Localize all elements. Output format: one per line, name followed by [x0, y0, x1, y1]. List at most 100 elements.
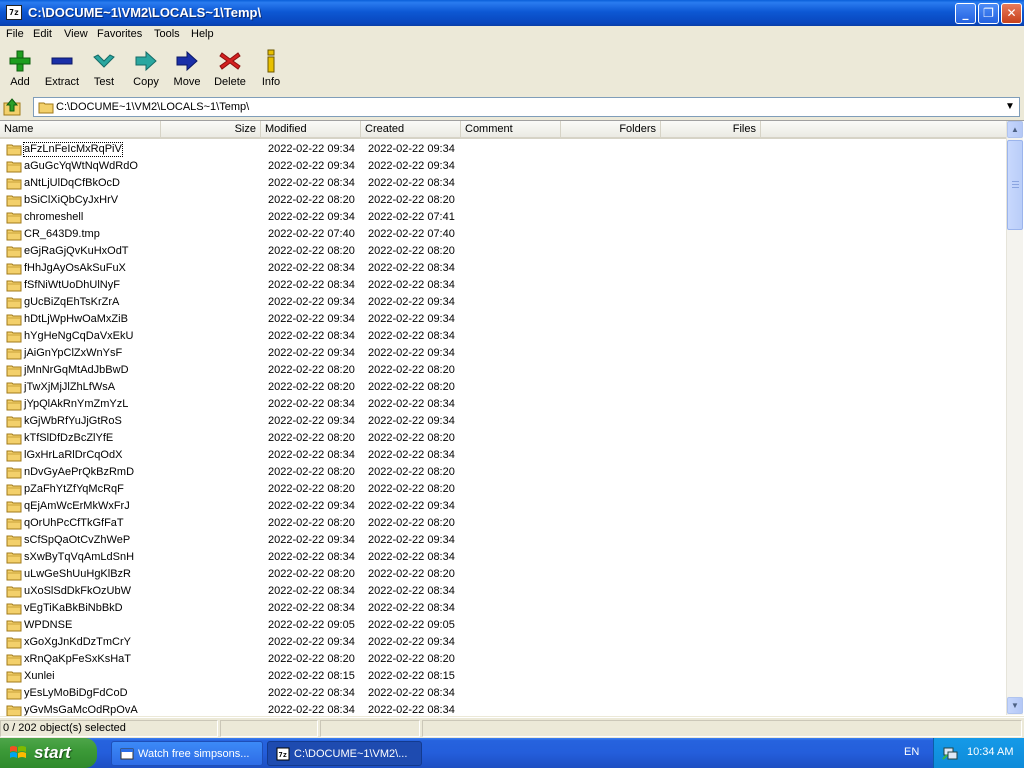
folder-up-icon[interactable] — [3, 97, 23, 117]
table-row[interactable]: aGuGcYqWtNqWdRdO 2022-02-22 09:34 2022-02-… — [0, 158, 1006, 175]
table-row[interactable]: nDvGyAePrQkBzRmD 2022-02-22 08:20 2022-02-… — [0, 464, 1006, 481]
taskbar-item-7zip[interactable]: 7z C:\DOCUME~1\VM2\... — [267, 741, 422, 766]
extract-button[interactable]: Extract — [39, 49, 85, 88]
info-button[interactable]: Info — [248, 49, 294, 88]
table-row[interactable]: WPDNSE 2022-02-22 09:05 2022-02-22 09:05 — [0, 617, 1006, 634]
file-modified: 2022-02-22 08:34 — [268, 279, 355, 291]
column-comment[interactable]: Comment — [461, 121, 561, 138]
folder-icon — [6, 195, 22, 207]
file-name: Xunlei — [24, 670, 55, 682]
table-row[interactable]: xRnQaKpFeSxKsHaT 2022-02-22 08:20 2022-02-… — [0, 651, 1006, 668]
folder-icon — [6, 450, 22, 462]
table-row[interactable]: jTwXjMjJlZhLfWsA 2022-02-22 08:20 2022-02-… — [0, 379, 1006, 396]
column-modified[interactable]: Modified — [261, 121, 361, 138]
minimize-button[interactable]: _ — [955, 3, 976, 24]
table-row[interactable]: hYgHeNgCqDaVxEkU 2022-02-22 08:34 2022-02-… — [0, 328, 1006, 345]
table-row[interactable]: kTfSlDfDzBcZlYfE 2022-02-22 08:20 2022-02-… — [0, 430, 1006, 447]
move-arrow-icon — [176, 50, 198, 72]
table-row[interactable]: qEjAmWcErMkWxFrJ 2022-02-22 09:34 2022-02-… — [0, 498, 1006, 515]
move-button[interactable]: Move — [164, 49, 210, 88]
column-created[interactable]: Created — [361, 121, 461, 138]
column-size[interactable]: Size — [161, 121, 261, 138]
file-created: 2022-02-22 09:34 — [368, 415, 455, 427]
file-name: pZaFhYtZfYqMcRqF — [24, 483, 124, 495]
menu-edit[interactable]: Edit — [33, 28, 52, 40]
folder-icon — [6, 399, 22, 411]
restore-icon: ❐ — [983, 6, 994, 20]
file-modified: 2022-02-22 09:34 — [268, 347, 355, 359]
table-row[interactable]: jAiGnYpClZxWnYsF 2022-02-22 09:34 2022-02-… — [0, 345, 1006, 362]
table-row[interactable]: pZaFhYtZfYqMcRqF 2022-02-22 08:20 2022-02-… — [0, 481, 1006, 498]
menu-tools[interactable]: Tools — [154, 28, 180, 40]
column-files[interactable]: Files — [661, 121, 761, 138]
table-row[interactable]: CR_643D9.tmp 2022-02-22 07:40 2022-02-22 0… — [0, 226, 1006, 243]
scroll-down-button[interactable]: ▼ — [1007, 697, 1023, 714]
table-row[interactable]: vEgTiKaBkBiNbBkD 2022-02-22 08:34 2022-02-… — [0, 600, 1006, 617]
file-created: 2022-02-22 07:40 — [368, 228, 455, 240]
table-row[interactable]: yGvMsGaMcOdRpOvA 2022-02-22 08:34 2022-02-… — [0, 702, 1006, 716]
table-row[interactable]: lGxHrLaRlDrCqOdX 2022-02-22 08:34 2022-02-… — [0, 447, 1006, 464]
file-created: 2022-02-22 09:34 — [368, 296, 455, 308]
address-combobox[interactable]: C:\DOCUME~1\VM2\LOCALS~1\Temp\ ▼ — [33, 97, 1020, 117]
close-button[interactable]: ✕ — [1001, 3, 1022, 24]
table-row[interactable]: uLwGeShUuHgKlBzR 2022-02-22 08:20 2022-02-… — [0, 566, 1006, 583]
table-row[interactable]: yEsLyMoBiDgFdCoD 2022-02-22 08:34 2022-02-… — [0, 685, 1006, 702]
file-name: jMnNrGqMtAdJbBwD — [24, 364, 129, 376]
table-row[interactable]: xGoXgJnKdDzTmCrY 2022-02-22 09:34 2022-02-… — [0, 634, 1006, 651]
file-name: uXoSlSdDkFkOzUbW — [24, 585, 131, 597]
delete-button[interactable]: Delete — [207, 49, 253, 88]
table-row[interactable]: eGjRaGjQvKuHxOdT 2022-02-22 08:20 2022-02-… — [0, 243, 1006, 260]
table-row[interactable]: jMnNrGqMtAdJbBwD 2022-02-22 08:20 2022-02-… — [0, 362, 1006, 379]
column-name[interactable]: Name — [0, 121, 161, 138]
column-folders[interactable]: Folders — [561, 121, 661, 138]
table-row[interactable]: jYpQlAkRnYmZmYzL 2022-02-22 08:34 2022-02-… — [0, 396, 1006, 413]
table-row[interactable]: sXwByTqVqAmLdSnH 2022-02-22 08:34 2022-02-… — [0, 549, 1006, 566]
table-row[interactable]: gUcBiZqEhTsKrZrA 2022-02-22 09:34 2022-02-… — [0, 294, 1006, 311]
test-label: Test — [93, 76, 115, 88]
menu-help[interactable]: Help — [191, 28, 214, 40]
folder-icon — [6, 484, 22, 496]
menu-favorites[interactable]: Favorites — [97, 28, 142, 40]
copy-button[interactable]: Copy — [123, 49, 169, 88]
grip-line — [1012, 184, 1019, 185]
taskbar-item-browser[interactable]: Watch free simpsons... — [111, 741, 263, 766]
table-row[interactable]: bSiClXiQbCyJxHrV 2022-02-22 08:20 2022-02-… — [0, 192, 1006, 209]
file-modified: 2022-02-22 09:34 — [268, 534, 355, 546]
table-row[interactable]: Xunlei 2022-02-22 08:15 2022-02-22 08:15 — [0, 668, 1006, 685]
table-row[interactable]: sCfSpQaOtCvZhWeP 2022-02-22 09:34 2022-02-… — [0, 532, 1006, 549]
network-icon[interactable] — [942, 745, 958, 761]
chevron-down-icon[interactable]: ▼ — [1002, 99, 1018, 115]
table-row[interactable]: aFzLnFeIcMxRqPiV 2022-02-22 09:34 2022-02-… — [0, 141, 1006, 158]
file-modified: 2022-02-22 08:20 — [268, 432, 355, 444]
folder-icon — [6, 552, 22, 564]
file-created: 2022-02-22 08:34 — [368, 687, 455, 699]
table-row[interactable]: kGjWbRfYuJjGtRoS 2022-02-22 09:34 2022-02-… — [0, 413, 1006, 430]
title-bar[interactable]: 7z C:\DOCUME~1\VM2\LOCALS~1\Temp\ _ ❐ ✕ — [0, 0, 1024, 26]
menu-view[interactable]: View — [64, 28, 88, 40]
7zip-app-icon[interactable]: 7z — [6, 5, 22, 20]
language-indicator[interactable]: EN — [904, 746, 919, 758]
table-row[interactable]: chromeshell 2022-02-22 09:34 2022-02-22 07… — [0, 209, 1006, 226]
file-name: hDtLjWpHwOaMxZiB — [24, 313, 128, 325]
test-button[interactable]: Test — [81, 49, 127, 88]
start-button[interactable]: start — [0, 738, 97, 768]
file-created: 2022-02-22 08:20 — [368, 653, 455, 665]
scroll-thumb[interactable] — [1007, 140, 1023, 230]
scroll-up-button[interactable]: ▲ — [1007, 121, 1023, 138]
table-row[interactable]: fSfNiWtUoDhUlNyF 2022-02-22 08:34 2022-02-… — [0, 277, 1006, 294]
vertical-scrollbar[interactable]: ▲ ▼ — [1006, 121, 1023, 715]
menu-file[interactable]: File — [6, 28, 24, 40]
file-name: yGvMsGaMcOdRpOvA — [24, 704, 138, 716]
table-row[interactable]: hDtLjWpHwOaMxZiB 2022-02-22 09:34 2022-02-… — [0, 311, 1006, 328]
table-row[interactable]: qOrUhPcCfTkGfFaT 2022-02-22 08:20 2022-02-… — [0, 515, 1006, 532]
table-row[interactable]: aNtLjUlDqCfBkOcD 2022-02-22 08:34 2022-02-… — [0, 175, 1006, 192]
file-created: 2022-02-22 08:20 — [368, 568, 455, 580]
file-list[interactable]: Name Size Modified Created Comment Folde… — [0, 120, 1024, 716]
table-row[interactable]: uXoSlSdDkFkOzUbW 2022-02-22 08:34 2022-02-… — [0, 583, 1006, 600]
file-name: xRnQaKpFeSxKsHaT — [24, 653, 131, 665]
file-created: 2022-02-22 08:34 — [368, 279, 455, 291]
restore-button[interactable]: ❐ — [978, 3, 999, 24]
table-row[interactable]: fHhJgAyOsAkSuFuX 2022-02-22 08:34 2022-02-… — [0, 260, 1006, 277]
copy-label: Copy — [133, 76, 159, 88]
add-button[interactable]: Add — [0, 49, 43, 88]
